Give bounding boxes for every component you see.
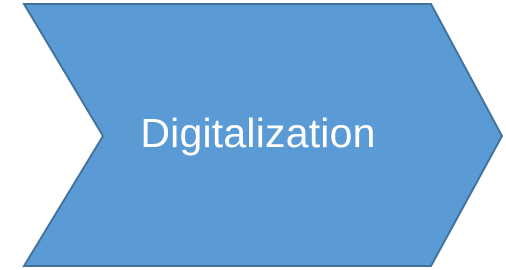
chevron-label: Digitalization	[140, 109, 376, 156]
diagram-canvas: Digitalization	[0, 0, 506, 270]
chevron-label-container: Digitalization	[0, 0, 506, 270]
